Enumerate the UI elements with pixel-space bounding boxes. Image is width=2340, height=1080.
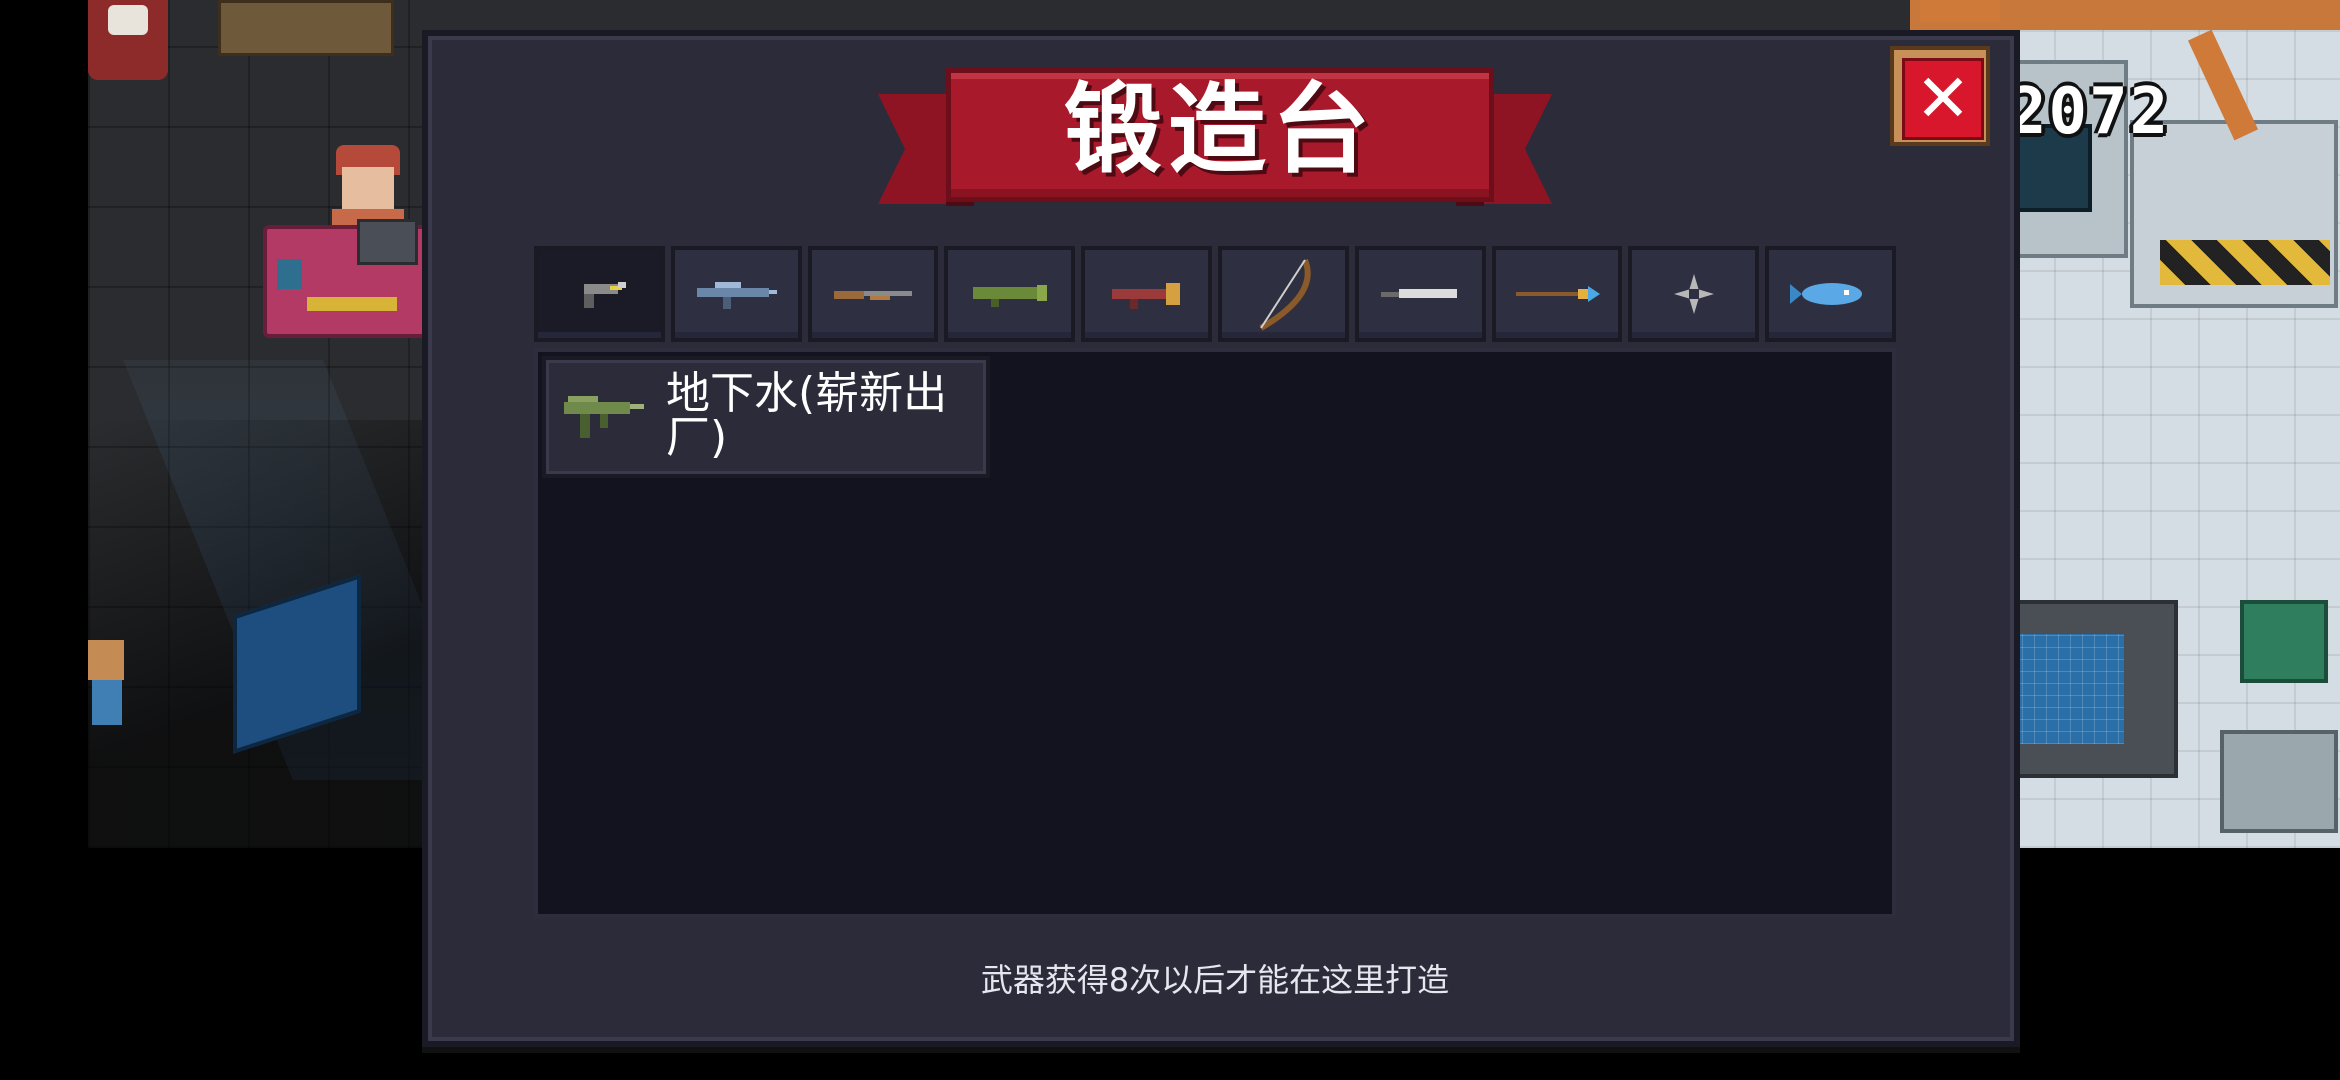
small-character-head: [88, 640, 124, 680]
chair: [88, 0, 168, 80]
pet: [108, 5, 148, 35]
bow-icon: [1259, 258, 1312, 331]
shuriken-icon: [1673, 274, 1714, 314]
title-banner: 锻造台: [878, 68, 1552, 218]
shelf: [218, 0, 394, 56]
tab-shotgun[interactable]: [807, 246, 939, 342]
sword-icon: [1381, 289, 1458, 298]
unlock-hint: 武器获得8次以后才能在这里打造: [980, 961, 1450, 999]
close-icon: ✕: [1915, 60, 1971, 137]
npc-desk: [263, 219, 431, 338]
small-character: [88, 640, 128, 735]
tab-launcher[interactable]: [1081, 246, 1212, 342]
weapon-list: 地下水(崭新出厂): [534, 348, 1896, 918]
spear-icon: [1515, 286, 1600, 302]
close-button[interactable]: ✕: [1890, 46, 1990, 146]
tab-fish[interactable]: [1765, 246, 1896, 342]
shotgun-icon: [833, 291, 912, 300]
weapon-item-name: 地下水(崭新出厂): [666, 368, 948, 463]
launcher-icon: [1111, 283, 1180, 309]
tab-spear[interactable]: [1491, 246, 1623, 342]
smg-icon: [564, 396, 644, 438]
desk-monitor: [357, 219, 418, 265]
desk-screen: [277, 259, 302, 289]
forge-title: 锻造台: [1063, 73, 1376, 187]
green-chest: [2240, 600, 2328, 683]
tab-pistol[interactable]: [534, 246, 665, 342]
hud-counter: 2072: [2008, 75, 2171, 149]
pistol-icon: [584, 282, 627, 308]
tab-bow[interactable]: [1217, 246, 1349, 342]
rocket-launcher-icon: [972, 285, 1047, 307]
crane-base: [1920, 0, 2000, 22]
tab-shuriken[interactable]: [1628, 246, 1760, 342]
rifle-icon: [697, 282, 778, 309]
npc-face: [342, 167, 394, 213]
desk-strip: [307, 297, 397, 311]
weapon-item[interactable]: 地下水(崭新出厂): [542, 356, 990, 478]
tab-rifle[interactable]: [670, 246, 802, 342]
fish-icon: [1789, 283, 1862, 305]
tab-rocket-launcher[interactable]: [944, 246, 1076, 342]
close-button-inner: ✕: [1902, 58, 1984, 140]
tab-sword[interactable]: [1354, 246, 1486, 342]
weapon-category-tabs: [534, 246, 1896, 342]
small-character-body: [92, 680, 122, 725]
metal-crate: [2220, 730, 2338, 833]
hazard-stripes: [2160, 240, 2330, 285]
